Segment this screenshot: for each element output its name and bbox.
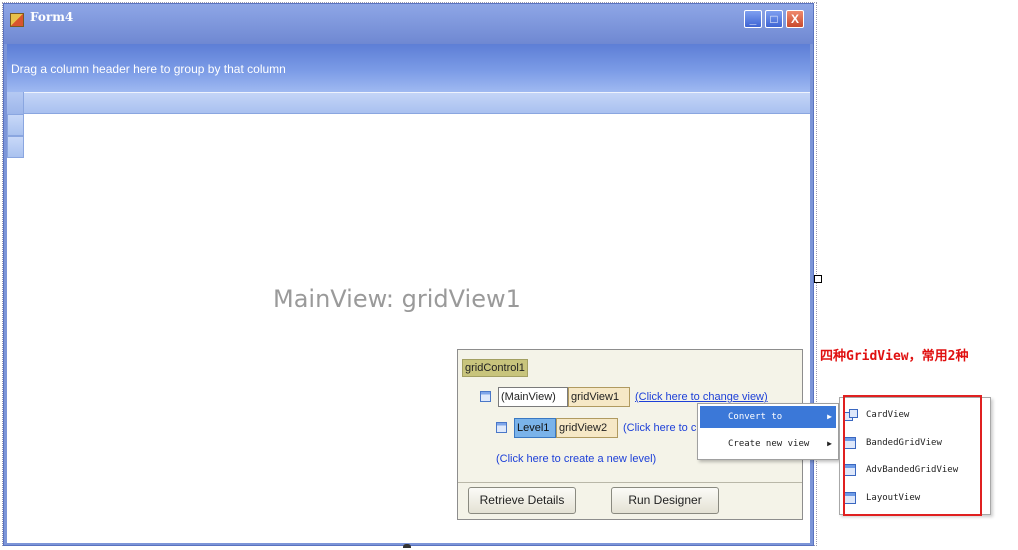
indicator-header <box>7 92 24 114</box>
menu-item-label: Create new view <box>728 439 810 449</box>
group-panel-text: Drag a column header here to group by th… <box>11 62 286 76</box>
close-button[interactable]: X <box>786 10 804 28</box>
row-indicator[interactable] <box>7 136 24 158</box>
designer-glyph <box>403 544 411 548</box>
minimize-icon: _ <box>749 12 757 26</box>
main-view-tag[interactable]: (MainView) <box>498 387 568 407</box>
row-indicator[interactable] <box>7 114 24 136</box>
level-view-name[interactable]: gridView2 <box>556 418 618 438</box>
main-view-label: MainView: gridView1 <box>273 285 521 313</box>
level-tag[interactable]: Level1 <box>514 418 556 438</box>
panel-separator <box>458 482 802 483</box>
main-view-name[interactable]: gridView1 <box>568 387 630 407</box>
grid-view-icon <box>496 422 507 433</box>
form-icon <box>10 13 24 27</box>
submenu-arrow-icon: ▶ <box>827 412 832 421</box>
column-header-row[interactable] <box>7 92 810 114</box>
run-designer-button[interactable]: Run Designer <box>611 487 719 514</box>
maximize-icon: □ <box>770 12 778 26</box>
close-icon: X <box>790 12 799 26</box>
context-menu: Convert to ▶ Create new view ▶ <box>697 403 839 460</box>
annotation-text: 四种GridView，常用2种 <box>820 349 969 364</box>
minimize-button[interactable]: _ <box>744 10 762 28</box>
level-change-view-link[interactable]: (Click here to change view) <box>623 422 699 434</box>
grid-control-name[interactable]: gridControl1 <box>462 359 528 377</box>
window-title: Form4 <box>30 10 74 24</box>
maximize-button[interactable]: □ <box>765 10 783 28</box>
title-bar[interactable]: Form4 _ □ X <box>4 4 813 44</box>
menu-item-convert-to[interactable]: Convert to ▶ <box>700 406 836 428</box>
submenu-arrow-icon: ▶ <box>827 439 832 448</box>
grid-view-icon <box>480 391 491 402</box>
menu-item-create-new-view[interactable]: Create new view ▶ <box>700 433 836 455</box>
create-level-link[interactable]: (Click here to create a new level) <box>496 453 656 465</box>
annotation-highlight-box <box>843 395 982 516</box>
resize-handle[interactable] <box>814 275 822 283</box>
change-view-link[interactable]: (Click here to change view) <box>635 391 799 403</box>
retrieve-details-button[interactable]: Retrieve Details <box>468 487 576 514</box>
group-panel[interactable]: Drag a column header here to group by th… <box>7 44 810 92</box>
menu-item-label: Convert to <box>728 412 783 422</box>
